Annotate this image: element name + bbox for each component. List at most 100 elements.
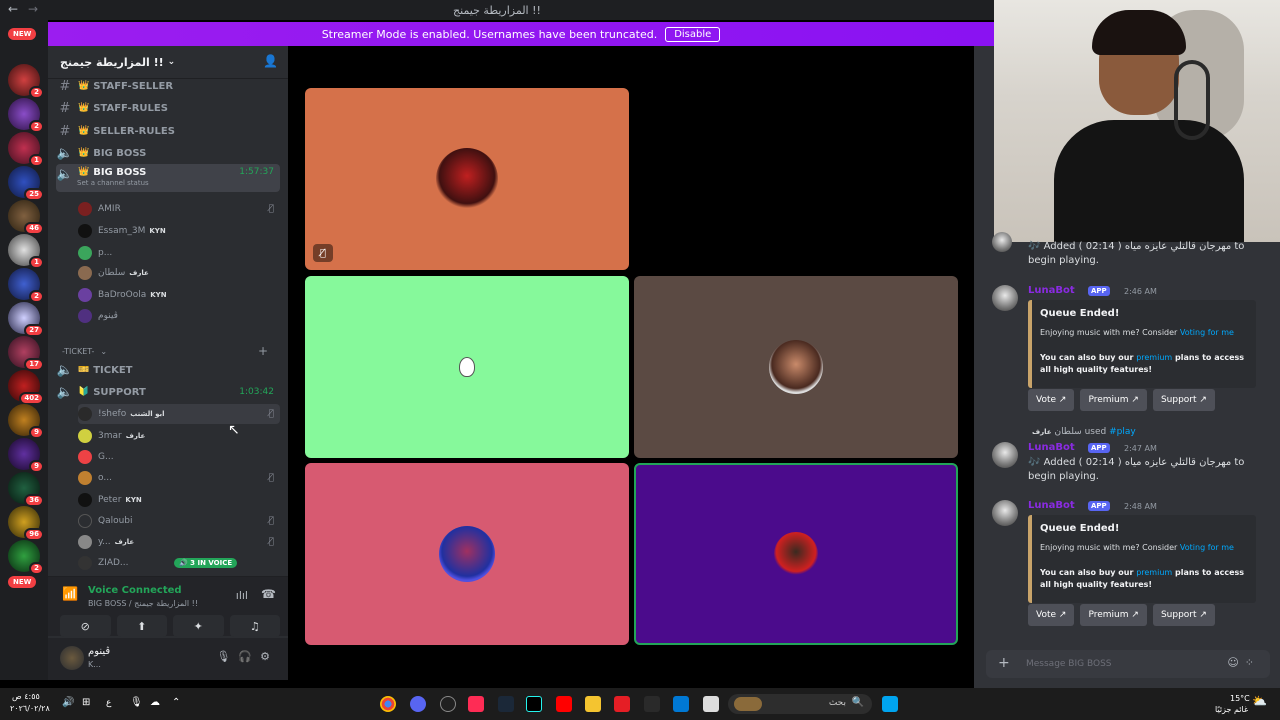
mic-icon[interactable]: 🎙 — [130, 697, 143, 708]
server-icon[interactable]: 46 — [8, 200, 44, 235]
screen-share-icon[interactable]: ⬆ — [116, 615, 167, 637]
plus-icon[interactable]: + — [998, 655, 1010, 671]
voice-user[interactable]: Qaloubi 🎙̸ — [78, 511, 280, 531]
server-icon[interactable]: 96 — [8, 506, 44, 541]
participant-tile[interactable] — [305, 276, 629, 458]
participant-tile[interactable] — [634, 276, 958, 458]
server-icon[interactable]: 2 — [8, 64, 44, 99]
server-icon[interactable]: 25 — [8, 166, 44, 201]
mic-icon[interactable]: 🎙 — [216, 650, 238, 663]
tiktok-live-icon[interactable] — [468, 696, 484, 712]
server-icon[interactable]: 1 — [8, 234, 44, 269]
user-controls[interactable]: 🎙🎧⚙ — [216, 650, 278, 663]
participant-tile-speaking[interactable] — [634, 463, 958, 645]
participant-tile[interactable]: 🎙̸ — [305, 88, 629, 270]
soundboard-button-icon[interactable]: ♫ — [229, 615, 280, 637]
chrome-icon[interactable] — [380, 696, 396, 712]
windows-start-icon[interactable] — [882, 696, 898, 712]
voice-channel-big-boss-active[interactable]: 🔈 👑 BIG BOSS 1:57:37 Set a channel status — [56, 164, 280, 192]
steam-icon[interactable] — [498, 696, 514, 712]
vote-button[interactable]: Vote ↗ — [1028, 389, 1075, 411]
channel-staff-seller[interactable]: # 👑 STAFF-SELLER — [56, 76, 280, 96]
support-button[interactable]: Support ↗ — [1152, 389, 1215, 411]
channel-staff-rules[interactable]: # 👑 STAFF-RULES — [56, 98, 280, 118]
soundboard-icon[interactable]: ılıl — [236, 589, 248, 602]
explorer-icon[interactable] — [703, 696, 719, 712]
search-box[interactable]: بحث 🔍 — [728, 694, 872, 714]
voice-user[interactable]: ڤينوم — [78, 306, 280, 326]
vote-button[interactable]: Vote ↗ — [1028, 604, 1075, 626]
voice-user[interactable]: G... — [78, 447, 280, 467]
speaker-icon[interactable]: 🔊 — [62, 697, 74, 708]
server-icon[interactable]: 1 — [8, 132, 44, 167]
voice-channel-path[interactable]: BIG BOSS / المزاريطة جيمنج !! — [88, 599, 198, 608]
camera-off-icon[interactable]: ⊘ — [60, 615, 111, 637]
server-icon[interactable]: 27 — [8, 302, 44, 337]
avatar[interactable] — [60, 646, 84, 670]
server-icon[interactable]: 2 — [8, 98, 44, 133]
cloud-icon[interactable]: ☁ — [150, 697, 160, 708]
user-name[interactable]: سلطان — [1054, 427, 1081, 437]
bot-avatar[interactable] — [992, 232, 1012, 252]
server-icon[interactable]: 402 — [8, 370, 44, 405]
folder-icon[interactable] — [585, 696, 601, 712]
voice-user[interactable]: !shefo ابو الشنب 🎙̸ — [78, 404, 280, 424]
youtube-icon[interactable] — [556, 696, 572, 712]
add-member-icon[interactable]: 👤 — [263, 54, 278, 68]
activities-icon[interactable]: ✦ — [173, 615, 224, 637]
discord-icon[interactable] — [410, 696, 426, 712]
emoji-icon[interactable]: ☺⁘ — [1227, 656, 1260, 669]
server-list[interactable]: NEW 2 2 1 25 46 1 2 27 17 402 9 9 36 96 … — [0, 20, 48, 680]
vote-link[interactable]: Voting for me — [1180, 543, 1234, 552]
channel-seller-rules[interactable]: # 👑 SELLER-RULES — [56, 121, 280, 141]
premium-link[interactable]: premium — [1136, 568, 1172, 577]
store-icon[interactable] — [673, 696, 689, 712]
epic-games-icon[interactable] — [644, 696, 660, 712]
weather-icon[interactable]: ⛅ — [1252, 694, 1267, 708]
back-arrow-icon[interactable]: ← — [8, 2, 18, 16]
voice-user[interactable]: Essam_3M KYN — [78, 221, 280, 241]
chevron-up-icon[interactable]: ⌃ — [172, 697, 180, 708]
server-icon[interactable]: 17 — [8, 336, 44, 371]
network-icon[interactable]: ⊞ — [82, 697, 90, 708]
bot-avatar[interactable] — [992, 285, 1018, 311]
gear-icon[interactable]: ⚙ — [260, 650, 278, 663]
vote-link[interactable]: Voting for me — [1180, 328, 1234, 337]
add-channel-icon[interactable]: + — [258, 344, 268, 358]
voice-channel-big-boss[interactable]: 🔈 👑 BIG BOSS — [56, 143, 280, 163]
disable-button[interactable]: Disable — [665, 26, 721, 42]
voice-channel-support[interactable]: 🔈 🔰 SUPPORT 1:03:42 — [56, 382, 280, 402]
in-voice-indicator[interactable]: 🔊 3 IN VOICE — [174, 556, 238, 570]
premium-button[interactable]: Premium ↗ — [1080, 604, 1147, 626]
voice-user[interactable]: سلطان عارف — [78, 263, 280, 283]
support-button[interactable]: Support ↗ — [1152, 604, 1215, 626]
voice-user[interactable]: p... — [78, 243, 280, 263]
category-ticket[interactable]: -TICKET- ⌄ + — [62, 343, 272, 359]
forward-arrow-icon[interactable]: → — [28, 2, 38, 16]
premium-button[interactable]: Premium ↗ — [1080, 389, 1147, 411]
message-input[interactable]: + Message BIG BOSS ☺⁘ — [986, 650, 1270, 678]
bot-name[interactable]: LunaBot — [1028, 500, 1075, 511]
bot-name[interactable]: LunaBot — [1028, 442, 1075, 453]
server-icon[interactable]: 9 — [8, 404, 44, 439]
voice-user[interactable]: BaDroOola KYN — [78, 285, 280, 305]
voice-user[interactable]: ZIAD... — [78, 553, 168, 573]
server-header[interactable]: المزاريطة جيمنج !! ⌄ 👤 — [48, 46, 288, 79]
server-icon[interactable]: 36 — [8, 472, 44, 507]
channel-status[interactable]: Set a channel status — [77, 179, 149, 187]
server-icon[interactable]: 2 — [8, 268, 44, 303]
language-indicator[interactable]: ع — [106, 698, 111, 708]
adobe-icon[interactable] — [614, 696, 630, 712]
command-link[interactable]: #play — [1109, 427, 1136, 437]
voice-user[interactable]: y... عارف 🎙̸ — [78, 532, 280, 552]
bot-avatar[interactable] — [992, 500, 1018, 526]
bot-name[interactable]: LunaBot — [1028, 285, 1075, 296]
disconnect-icon[interactable]: ☎ — [261, 587, 276, 601]
voice-user[interactable]: 3mar عارف — [78, 426, 280, 446]
server-icon[interactable]: 2 — [8, 540, 44, 575]
voice-user[interactable]: AMIR 🎙̸ — [78, 199, 280, 219]
voice-user[interactable]: o... 🎙̸ — [78, 468, 280, 488]
voice-user[interactable]: Peter KYN — [78, 490, 280, 510]
obs-icon[interactable] — [440, 696, 456, 712]
tiktok-icon[interactable] — [526, 696, 542, 712]
